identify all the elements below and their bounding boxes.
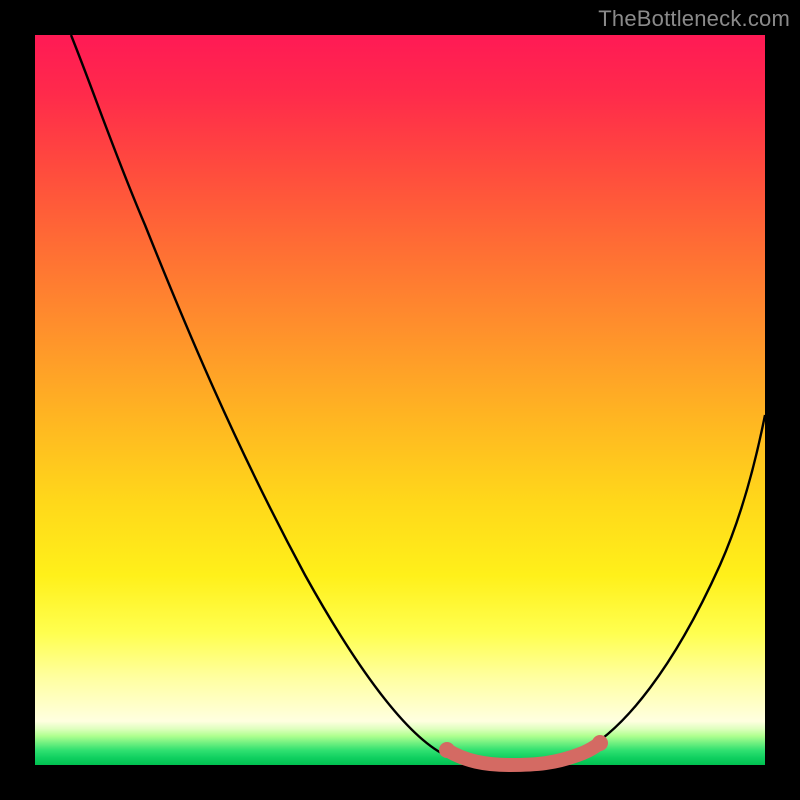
plot-area	[35, 35, 765, 765]
curve-svg	[35, 35, 765, 765]
chart-frame: TheBottleneck.com	[0, 0, 800, 800]
watermark-text: TheBottleneck.com	[598, 6, 790, 32]
highlight-dot-left	[439, 742, 455, 758]
optimal-range-highlight	[447, 743, 600, 765]
highlight-dot-right	[592, 735, 608, 751]
bottleneck-curve-path	[71, 35, 765, 765]
